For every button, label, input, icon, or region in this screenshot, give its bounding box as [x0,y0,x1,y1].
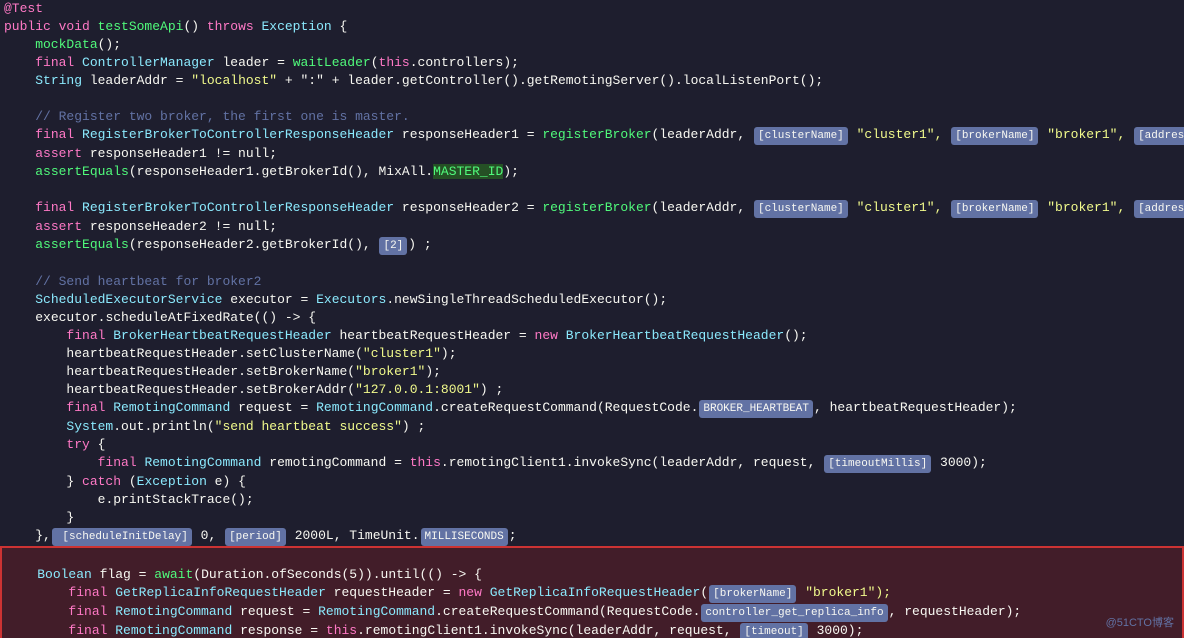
code-line [0,546,1184,566]
code-line: assertEquals(responseHeader1.getBrokerId… [0,163,1184,181]
code-line: final ControllerManager leader = waitLea… [0,54,1184,72]
code-line: final RemotingCommand request = Remoting… [0,603,1184,622]
code-line: final RemotingCommand response = this.re… [0,622,1184,638]
code-line: final RemotingCommand remotingCommand = … [0,454,1184,473]
code-line: executor.scheduleAtFixedRate(() -> { [0,309,1184,327]
code-line: @Test [0,0,1184,18]
code-line [0,255,1184,273]
code-line: final BrokerHeartbeatRequestHeader heart… [0,327,1184,345]
code-line: final RegisterBrokerToControllerResponse… [0,126,1184,145]
code-line: public void testSomeApi() throws Excepti… [0,18,1184,36]
code-line [0,90,1184,108]
code-line: mockData(); [0,36,1184,54]
code-line: } catch (Exception e) { [0,473,1184,491]
code-line: System.out.println("send heartbeat succe… [0,418,1184,436]
code-line: heartbeatRequestHeader.setClusterName("c… [0,345,1184,363]
code-line: assert responseHeader2 != null; [0,218,1184,236]
code-line: // Send heartbeat for broker2 [0,273,1184,291]
code-line: }, [scheduleInitDelay] 0, [period] 2000L… [0,527,1184,546]
code-line: heartbeatRequestHeader.setBrokerName("br… [0,363,1184,381]
code-line: e.printStackTrace(); [0,491,1184,509]
code-line: assertEquals(responseHeader2.getBrokerId… [0,236,1184,255]
code-editor: @Testpublic void testSomeApi() throws Ex… [0,0,1184,638]
code-line: final RemotingCommand request = Remoting… [0,399,1184,418]
code-line: String leaderAddr = "localhost" + ":" + … [0,72,1184,90]
code-line [0,181,1184,199]
code-line: final GetReplicaInfoRequestHeader reques… [0,584,1184,603]
code-line: // Register two broker, the first one is… [0,108,1184,126]
watermark: @51CTO博客 [1106,614,1174,630]
code-line: try { [0,436,1184,454]
code-line: final RegisterBrokerToControllerResponse… [0,199,1184,218]
code-line: heartbeatRequestHeader.setBrokerAddr("12… [0,381,1184,399]
code-line: Boolean flag = await(Duration.ofSeconds(… [0,566,1184,584]
code-content: @Testpublic void testSomeApi() throws Ex… [0,0,1184,638]
code-line: ScheduledExecutorService executor = Exec… [0,291,1184,309]
code-line: assert responseHeader1 != null; [0,145,1184,163]
code-line: } [0,509,1184,527]
